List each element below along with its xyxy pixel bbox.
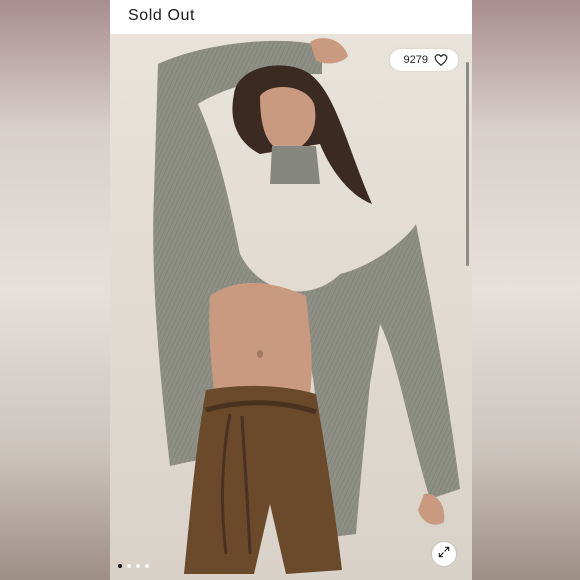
- like-count: 9279: [403, 54, 428, 66]
- listing-card: Sold Out 9279: [110, 0, 472, 580]
- heart-outline-icon: [434, 53, 448, 67]
- expand-arrows-icon: [437, 545, 451, 564]
- sold-out-label: Sold Out: [128, 7, 196, 24]
- carousel-dot[interactable]: [145, 564, 149, 568]
- blurred-backdrop-right: [472, 0, 580, 580]
- carousel-indicators: [118, 564, 149, 568]
- carousel-dot[interactable]: [127, 564, 131, 568]
- product-photo[interactable]: 9279: [110, 34, 472, 580]
- expand-button[interactable]: [432, 542, 456, 566]
- card-header: Sold Out: [110, 0, 472, 34]
- product-image: [110, 34, 472, 580]
- like-button[interactable]: 9279: [389, 49, 458, 71]
- carousel-dot[interactable]: [118, 564, 122, 568]
- carousel-dot[interactable]: [136, 564, 140, 568]
- blurred-backdrop-left: [0, 0, 110, 580]
- scrollbar[interactable]: [466, 62, 469, 266]
